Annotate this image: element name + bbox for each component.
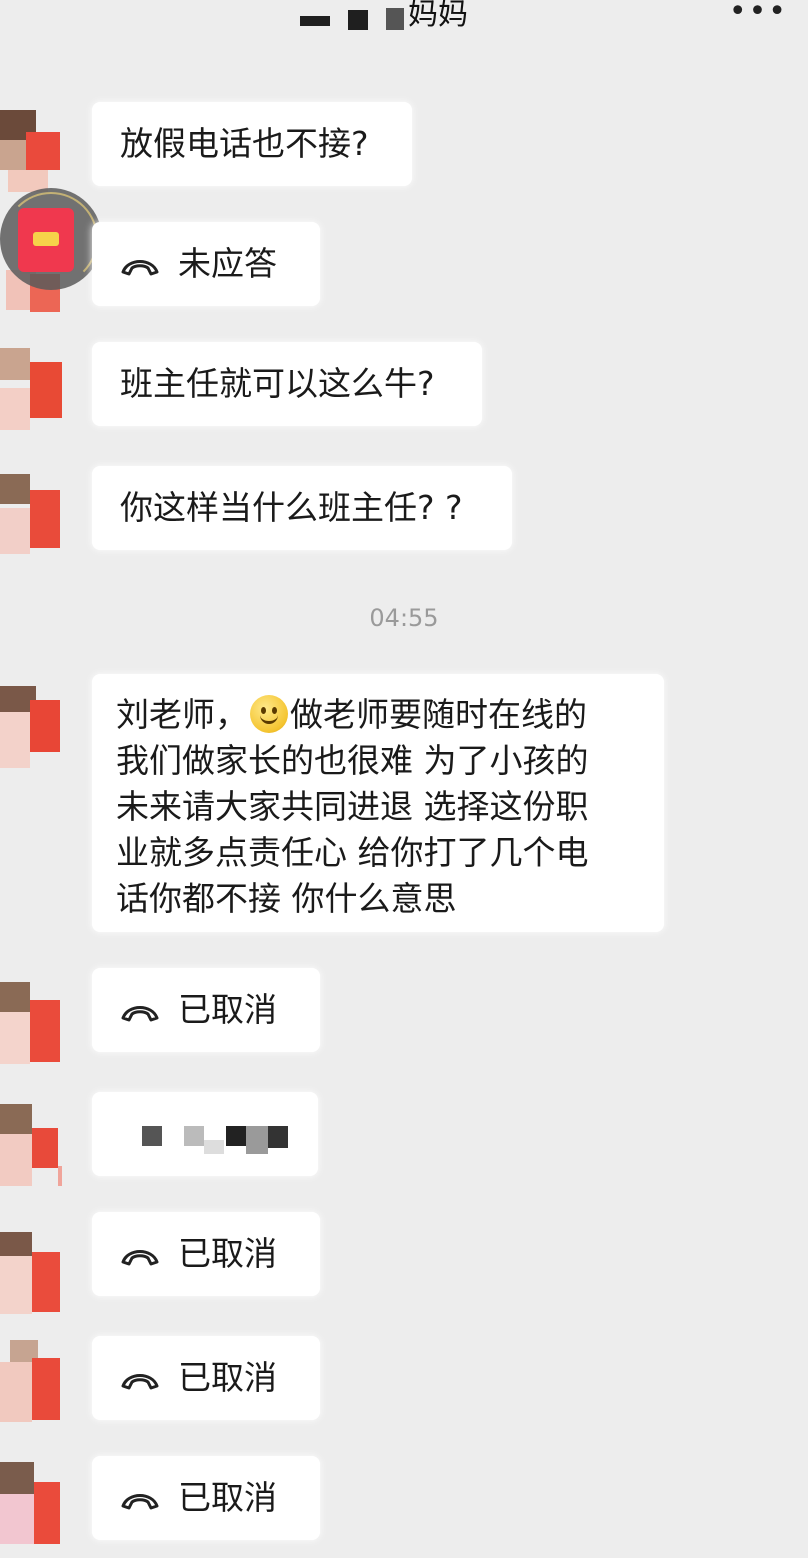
- avatar[interactable]: [0, 110, 62, 192]
- more-icon[interactable]: •••: [729, 0, 788, 27]
- chat-screen: 妈妈 ••• 放假电话也不接? 未应答 班主任就可以这么牛? 你这样当什么班主任…: [0, 0, 808, 1558]
- message-text: 你这样当什么班主任? ?: [120, 488, 463, 527]
- message-line: 业就多点责任心 给你打了几个电: [116, 833, 589, 872]
- message-line: 我们做家长的也很难 为了小孩的: [116, 741, 589, 780]
- message-text: 做老师要随时在线的: [290, 695, 587, 734]
- chat-title[interactable]: 妈妈: [300, 0, 468, 40]
- phone-hangup-icon: [120, 254, 160, 278]
- call-record-bubble[interactable]: 未应答: [92, 222, 320, 306]
- message-timestamp: 04:55: [369, 604, 439, 632]
- redacted-mosaic: [204, 1140, 224, 1154]
- message-bubble[interactable]: 刘老师， 做老师要随时在线的 我们做家长的也很难 为了小孩的 未来请大家共同进退 …: [92, 674, 664, 932]
- call-status-text: 已取消: [178, 1358, 277, 1397]
- smile-emoji-icon: [250, 695, 288, 733]
- redacted-mosaic: [246, 1126, 268, 1154]
- chat-header: 妈妈 •••: [0, 0, 808, 56]
- call-record-bubble[interactable]: 已取消: [92, 1456, 320, 1540]
- message-line: 刘老师， 做老师要随时在线的: [116, 692, 636, 738]
- avatar[interactable]: [0, 982, 62, 1064]
- red-packet-icon[interactable]: [0, 188, 102, 290]
- call-record-bubble[interactable]: 已取消: [92, 1212, 320, 1296]
- message-text: 班主任就可以这么牛?: [120, 364, 435, 403]
- message-bubble[interactable]: 你这样当什么班主任? ?: [92, 466, 512, 550]
- redacted-mosaic: [268, 1126, 288, 1148]
- avatar[interactable]: [0, 1462, 62, 1544]
- title-mosaic: [348, 10, 368, 30]
- phone-hangup-icon: [120, 1244, 160, 1268]
- avatar[interactable]: [0, 686, 62, 768]
- message-text: 放假电话也不接?: [120, 124, 369, 163]
- avatar[interactable]: [0, 1232, 62, 1314]
- message-line: 未来请大家共同进退 选择这份职: [116, 787, 589, 826]
- redacted-mosaic: [184, 1126, 204, 1146]
- call-record-bubble[interactable]: 已取消: [92, 1336, 320, 1420]
- avatar[interactable]: [0, 348, 62, 430]
- call-record-bubble[interactable]: 已取消: [92, 968, 320, 1052]
- call-status-text: 未应答: [178, 244, 277, 283]
- call-status-text: 已取消: [178, 1234, 277, 1273]
- avatar[interactable]: [0, 1340, 62, 1422]
- redacted-mosaic: [226, 1126, 246, 1146]
- redacted-message-bubble[interactable]: [92, 1092, 318, 1176]
- chat-title-text: 妈妈: [408, 0, 468, 32]
- phone-hangup-icon: [120, 1000, 160, 1024]
- message-text: 刘老师，: [116, 695, 248, 734]
- message-bubble[interactable]: 放假电话也不接?: [92, 102, 412, 186]
- message-bubble[interactable]: 班主任就可以这么牛?: [92, 342, 482, 426]
- avatar[interactable]: [0, 1104, 62, 1186]
- title-mosaic: [300, 16, 330, 26]
- message-line: 话你都不接 你什么意思: [116, 879, 457, 918]
- call-status-text: 已取消: [178, 1478, 277, 1517]
- avatar[interactable]: [0, 474, 62, 556]
- redacted-mosaic: [142, 1126, 162, 1146]
- call-status-text: 已取消: [178, 990, 277, 1029]
- phone-hangup-icon: [120, 1488, 160, 1512]
- phone-hangup-icon: [120, 1368, 160, 1392]
- title-mosaic: [386, 8, 404, 30]
